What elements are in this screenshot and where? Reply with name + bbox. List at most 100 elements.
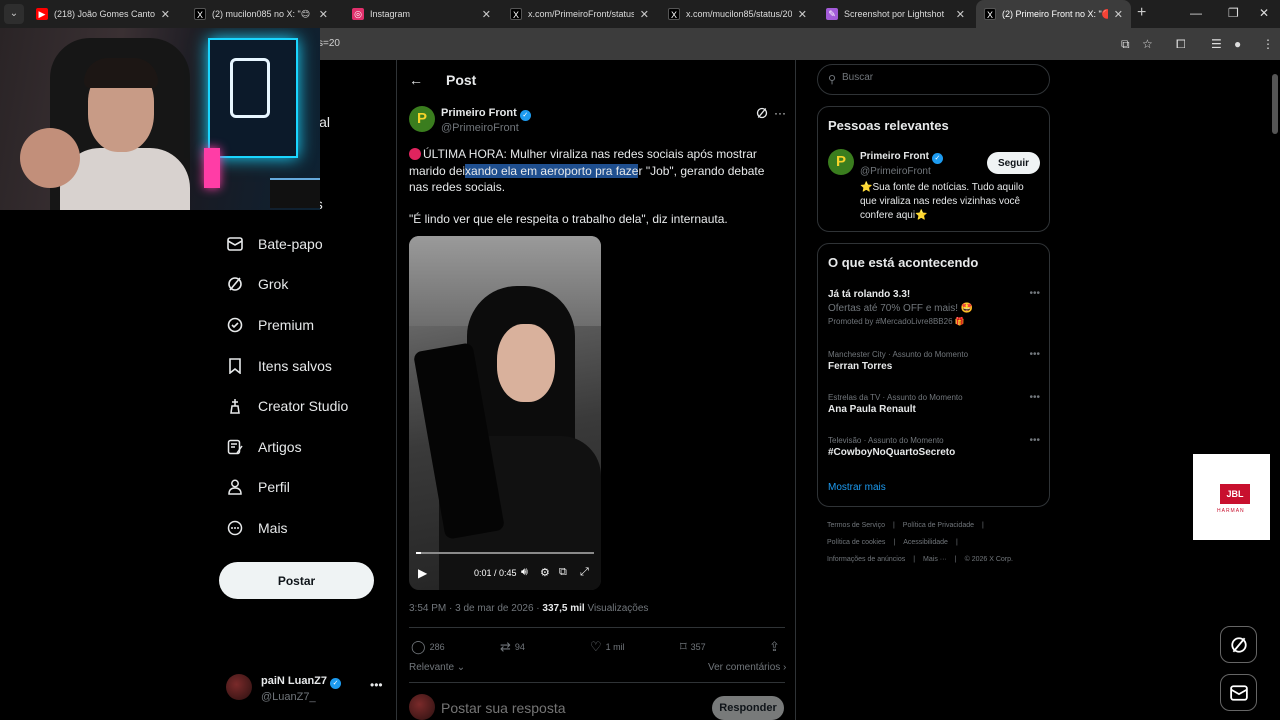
- footer-separator: |: [913, 556, 916, 563]
- nav-item-articles[interactable]: Artigos: [226, 432, 302, 462]
- maximize-icon[interactable]: ❐: [1228, 6, 1239, 20]
- trend-item[interactable]: Televisão · Assunto do Momento #CowboyNo…: [828, 435, 1040, 460]
- search-box[interactable]: ⚲: [817, 64, 1050, 95]
- instagram-icon: ◎: [352, 8, 364, 20]
- minimize-icon[interactable]: —: [1190, 6, 1202, 20]
- card-title: Pessoas relevantes: [828, 118, 949, 133]
- profile-avatar-icon[interactable]: ●: [1234, 37, 1241, 51]
- nav-item-label: Bate-papo: [258, 236, 323, 252]
- reply-submit-button[interactable]: Responder: [712, 696, 784, 720]
- video-frame-face: [497, 324, 555, 402]
- footer-link[interactable]: Política de cookies: [827, 539, 885, 546]
- close-icon[interactable]: ✕: [956, 8, 965, 21]
- grok-floating-button[interactable]: [1220, 626, 1257, 663]
- play-icon[interactable]: ▶: [418, 566, 427, 580]
- messages-floating-button[interactable]: [1220, 674, 1257, 711]
- search-input[interactable]: [842, 72, 1042, 83]
- reply-button[interactable]: ◯ 286: [411, 639, 445, 655]
- browser-tab[interactable]: X x.com/PrimeiroFront/status/20 ✕: [502, 0, 657, 28]
- more-icon[interactable]: •••: [1029, 288, 1040, 299]
- nav-item-profile[interactable]: Perfil: [226, 472, 290, 502]
- x-icon: X: [984, 8, 996, 20]
- like-button[interactable]: ♡ 1 mil: [590, 639, 625, 655]
- address-text[interactable]: s=20: [318, 38, 340, 49]
- tab-label: (218) João Gomes Cantor - ME: [54, 9, 155, 19]
- close-icon[interactable]: ✕: [798, 8, 807, 21]
- trend-context: Estrelas da TV · Assunto do Momento: [828, 393, 963, 402]
- trend-item[interactable]: Já tá rolando 3.3! Ofertas até 70% OFF e…: [828, 288, 1040, 328]
- browser-tab[interactable]: X x.com/mucilon85/status/20289 ✕: [660, 0, 815, 28]
- more-icon[interactable]: •••: [1029, 392, 1040, 403]
- fullscreen-icon[interactable]: ⤢: [580, 566, 589, 579]
- new-tab-icon[interactable]: +: [1137, 4, 1146, 22]
- more-icon[interactable]: •••: [1029, 349, 1040, 360]
- close-window-icon[interactable]: ✕: [1259, 6, 1269, 20]
- reading-list-icon[interactable]: ☰: [1211, 37, 1222, 51]
- browser-tab[interactable]: ✎ Screenshot por Lightshot ✕: [818, 0, 973, 28]
- back-arrow-icon[interactable]: ←: [409, 72, 423, 88]
- author-handle[interactable]: @PrimeiroFront: [441, 122, 519, 134]
- close-icon[interactable]: ✕: [482, 8, 491, 21]
- video-progress-track[interactable]: [416, 552, 594, 554]
- view-comments-link[interactable]: Ver comentários ›: [708, 662, 786, 673]
- webcam-neon-light: [204, 148, 220, 188]
- more-icon[interactable]: •••: [370, 678, 383, 692]
- bookmark-star-icon[interactable]: ☆: [1142, 37, 1153, 51]
- repost-button[interactable]: ⇄ 94: [500, 639, 525, 655]
- footer-link[interactable]: Acessibilidade: [903, 539, 948, 546]
- share-button[interactable]: ⇪: [769, 639, 784, 655]
- grok-icon[interactable]: [756, 107, 768, 122]
- sort-dropdown[interactable]: Relevante ⌄: [409, 662, 465, 673]
- author-avatar[interactable]: P: [828, 149, 854, 175]
- follow-button[interactable]: Seguir: [987, 152, 1040, 174]
- settings-icon[interactable]: ⚙︎: [540, 566, 550, 579]
- footer-link[interactable]: Mais ···: [923, 556, 947, 563]
- nav-item-premium[interactable]: Premium: [226, 310, 314, 340]
- browser-tab-bar: ⌄ ▶ (218) João Gomes Cantor - ME ✕ X (2)…: [0, 0, 1280, 28]
- extensions-icon[interactable]: ⧠: [1176, 37, 1186, 52]
- bookmark-button[interactable]: ⌑ 357: [680, 639, 706, 655]
- post-timestamp[interactable]: 3:54 PM · 3 de mar de 2026 ·: [409, 603, 542, 614]
- video-player[interactable]: ▶ 0:01 / 0:45 🔊︎ ⚙︎ ⧉ ⤢: [409, 236, 601, 590]
- footer-link[interactable]: Termos de Serviço: [827, 522, 885, 529]
- trend-item[interactable]: Manchester City · Assunto do Momento Fer…: [828, 349, 1040, 374]
- browser-tab[interactable]: ▶ (218) João Gomes Cantor - ME ✕: [28, 0, 178, 28]
- relevant-people-card: Pessoas relevantes P Primeiro Front ✓ @Pr…: [817, 106, 1050, 232]
- close-icon[interactable]: ✕: [640, 8, 649, 21]
- nav-item-chat[interactable]: Bate-papo: [226, 229, 323, 259]
- reply-icon: ◯: [411, 639, 426, 654]
- nav-item-more[interactable]: Mais: [226, 513, 288, 543]
- author-name[interactable]: Primeiro Front ✓: [441, 107, 531, 121]
- post-button[interactable]: Postar: [219, 562, 374, 599]
- show-more-link[interactable]: Mostrar mais: [828, 482, 886, 493]
- browser-tab[interactable]: X (2) mucilon085 no X: "😊 https ✕: [186, 0, 336, 28]
- footer-link[interactable]: Política de Privacidade: [903, 522, 974, 529]
- account-switcher[interactable]: paiN LuanZ7 ✓ @LuanZ7_ •••: [226, 672, 386, 706]
- author-avatar[interactable]: P: [409, 106, 435, 132]
- trend-item[interactable]: Estrelas da TV · Assunto do Momento Ana …: [828, 392, 1040, 417]
- more-icon[interactable]: ···: [774, 106, 786, 120]
- trend-name: Já tá rolando 3.3!: [828, 289, 911, 300]
- jbl-ad[interactable]: JBL HARMAN: [1193, 454, 1280, 540]
- cast-icon[interactable]: ⧉: [1121, 37, 1130, 52]
- relevant-person-name[interactable]: Primeiro Front ✓: [860, 151, 943, 164]
- nav-item-grok[interactable]: Grok: [226, 269, 288, 299]
- footer-link[interactable]: Informações de anúncios: [827, 556, 905, 563]
- browser-tab-active[interactable]: X (2) Primeiro Front no X: "🔴ÚLT ✕: [976, 0, 1131, 28]
- scrollbar-thumb[interactable]: [1272, 74, 1278, 134]
- nav-item-creator-studio[interactable]: Creator Studio: [226, 391, 348, 421]
- tab-search-icon[interactable]: ⌄: [4, 4, 24, 24]
- browser-tab[interactable]: ◎ Instagram ✕: [344, 0, 499, 28]
- relevant-person-handle[interactable]: @PrimeiroFront: [860, 166, 931, 177]
- more-icon[interactable]: •••: [1029, 435, 1040, 446]
- volume-icon[interactable]: 🔊︎: [521, 566, 528, 579]
- page-scrollbar[interactable]: [1270, 60, 1280, 720]
- close-icon[interactable]: ✕: [161, 8, 170, 21]
- pip-icon[interactable]: ⧉: [559, 566, 567, 579]
- reply-input[interactable]: [441, 700, 691, 716]
- nav-item-bookmarks[interactable]: Itens salvos: [226, 351, 332, 381]
- nav-item-label: Artigos: [258, 439, 302, 455]
- close-icon[interactable]: ✕: [1114, 8, 1123, 21]
- browser-menu-icon[interactable]: ⋮: [1262, 37, 1274, 51]
- close-icon[interactable]: ✕: [319, 8, 328, 21]
